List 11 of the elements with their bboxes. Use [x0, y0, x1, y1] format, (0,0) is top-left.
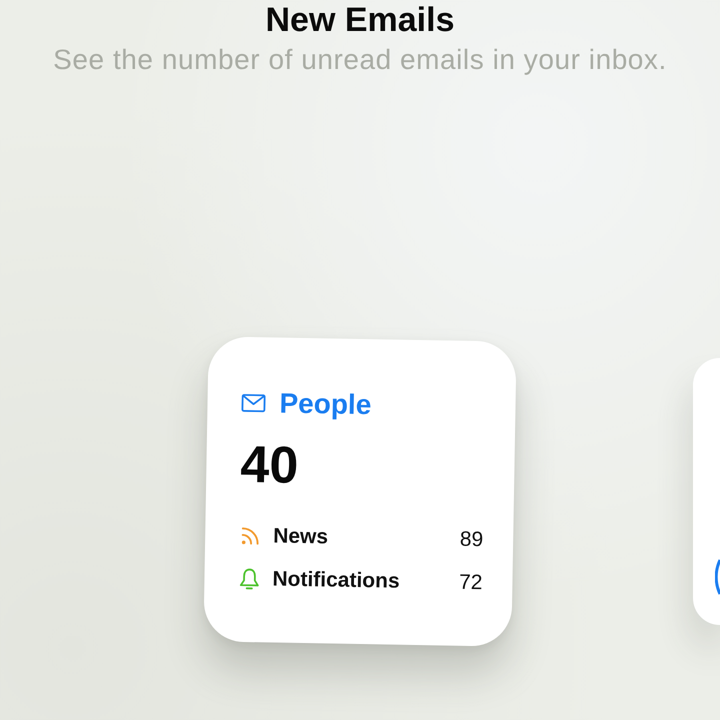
page-title: New Emails [266, 0, 454, 40]
mailbox-count: 72 [458, 570, 483, 596]
mailbox-label: Notifications [272, 567, 400, 594]
envelope-icon [241, 394, 266, 412]
widget-card[interactable] [693, 358, 720, 625]
page-subtitle: See the number of unread emails in your inbox. [53, 43, 667, 77]
mailbox-label: News [273, 524, 328, 550]
widget-card[interactable]: People 40 News 89 Notifications 72 [203, 336, 517, 647]
widget-title: People [279, 388, 372, 422]
unread-count: 40 [240, 436, 299, 494]
mailbox-count: 89 [460, 528, 484, 552]
